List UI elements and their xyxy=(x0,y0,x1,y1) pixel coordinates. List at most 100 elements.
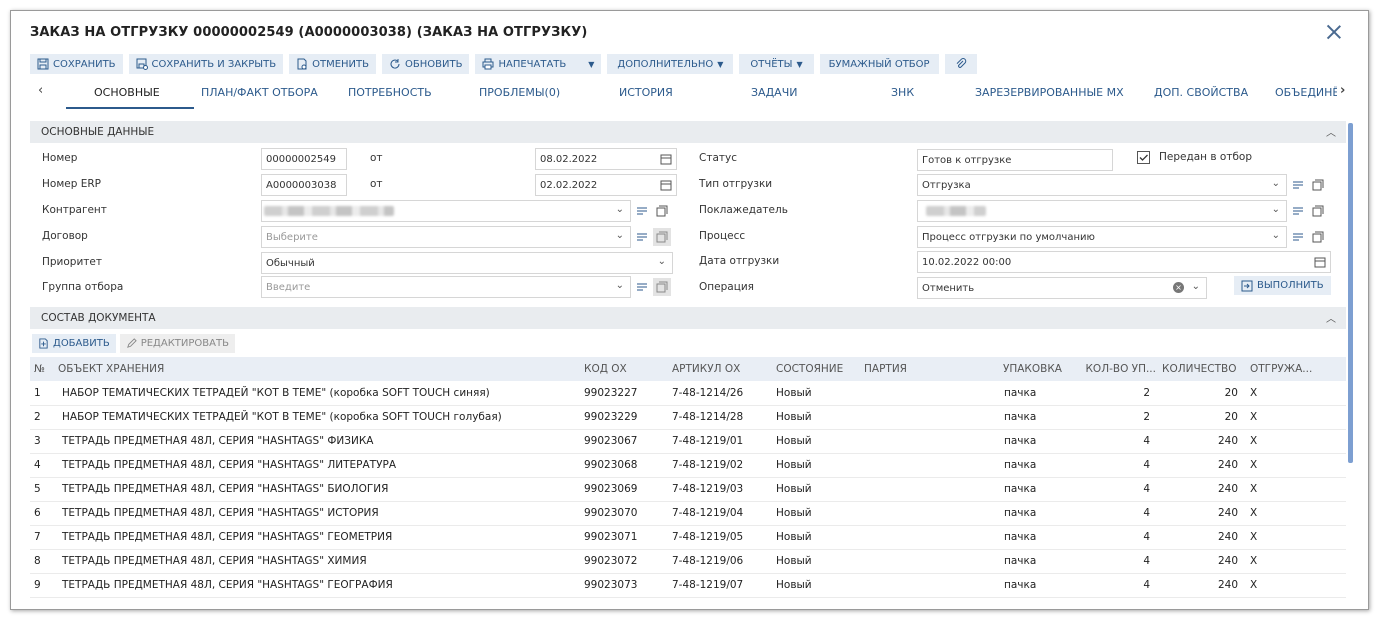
save-close-button[interactable]: СОХРАНИТЬ И ЗАКРЫТЬ xyxy=(128,54,284,74)
attach-button[interactable] xyxy=(944,54,977,74)
print-button[interactable]: НАПЕЧАТАТЬ ▼ xyxy=(475,54,602,74)
chevron-down-icon[interactable]: ⌄ xyxy=(1272,178,1280,189)
chevron-down-icon[interactable]: ⌄ xyxy=(1272,230,1280,241)
selection-group-select[interactable]: Введите ⌄ xyxy=(261,276,631,298)
section-title: ОСНОВНЫЕ ДАННЫЕ xyxy=(41,126,155,138)
open-card-icon[interactable] xyxy=(1309,176,1327,194)
baggager-select[interactable]: ⌄ xyxy=(917,200,1287,222)
open-card-icon[interactable] xyxy=(1309,202,1327,220)
paper-selection-button[interactable]: БУМАЖНЫЙ ОТБОР xyxy=(819,54,939,74)
shipment-type-select[interactable]: Отгрузка ⌄ xyxy=(917,174,1287,196)
column-header[interactable]: ОБЪЕКТ ХРАНЕНИЯ xyxy=(54,357,580,381)
column-header[interactable]: ОТГРУЖА... xyxy=(1246,357,1346,381)
vertical-scrollbar[interactable] xyxy=(1348,123,1353,463)
transferred-checkbox[interactable] xyxy=(1137,151,1150,164)
tab-plan-fact[interactable]: ПЛАН/ФАКТ ОТБОРА xyxy=(201,81,318,109)
column-header[interactable]: КОЛИЧЕСТВО xyxy=(1158,357,1246,381)
contract-select[interactable]: Выберите ⌄ xyxy=(261,226,631,248)
table-row[interactable]: 7 ТЕТРАДЬ ПРЕДМЕТНАЯ 48Л, СЕРИЯ "HASHTAGS… xyxy=(30,525,1346,549)
add-button[interactable]: ДОБАВИТЬ xyxy=(32,333,116,353)
save-button[interactable]: СОХРАНИТЬ xyxy=(30,54,123,74)
execute-button[interactable]: ВЫПОЛНИТЬ xyxy=(1234,276,1331,295)
chevron-down-icon[interactable]: ⌄ xyxy=(658,256,666,267)
table-row[interactable]: 9 ТЕТРАДЬ ПРЕДМЕТНАЯ 48Л, СЕРИЯ "HASHTAGS… xyxy=(30,573,1346,597)
column-header[interactable]: СОСТОЯНИЕ xyxy=(772,357,860,381)
table-cell xyxy=(860,429,990,453)
table-cell: ТЕТРАДЬ ПРЕДМЕТНАЯ 48Л, СЕРИЯ "HASHTAGS"… xyxy=(62,483,389,495)
refresh-button[interactable]: ОБНОВИТЬ xyxy=(382,54,470,74)
tab-demand[interactable]: ПОТРЕБНОСТЬ xyxy=(348,81,432,109)
chevron-down-icon[interactable]: ⌄ xyxy=(616,280,624,291)
table-cell: 240 xyxy=(1217,483,1238,495)
table-cell xyxy=(860,525,990,549)
table-row[interactable]: 6 ТЕТРАДЬ ПРЕДМЕТНАЯ 48Л, СЕРИЯ "HASHTAGS… xyxy=(30,501,1346,525)
tab-reserved[interactable]: ЗАРЕЗЕРВИРОВАННЫЕ МХ xyxy=(975,81,1124,109)
table-row[interactable]: 1 НАБОР ТЕМАТИЧЕСКИХ ТЕТРАДЕЙ "КОТ В ТЕМЕ… xyxy=(30,381,1346,405)
column-header[interactable]: КОД ОХ xyxy=(580,357,668,381)
table-row[interactable]: 2 НАБОР ТЕМАТИЧЕСКИХ ТЕТРАДЕЙ "КОТ В ТЕМЕ… xyxy=(30,405,1346,429)
print-dropdown-icon[interactable]: ▼ xyxy=(588,60,594,69)
chevron-down-icon[interactable]: ⌄ xyxy=(616,230,624,241)
erp-date-field[interactable]: 02.02.2022 xyxy=(535,174,677,196)
tab-scroll-left-icon[interactable]: ‹ xyxy=(38,83,43,98)
column-header[interactable]: ПАРТИЯ xyxy=(860,357,990,381)
chevron-down-icon[interactable]: ⌄ xyxy=(1192,281,1200,292)
more-button[interactable]: ДОПОЛНИТЕЛЬНО ▼ xyxy=(607,54,734,74)
number-field[interactable]: 00000002549 xyxy=(261,148,347,170)
main-data-section-header[interactable]: ОСНОВНЫЕ ДАННЫЕ ︿ xyxy=(30,121,1346,143)
list-icon[interactable] xyxy=(1289,228,1307,246)
tab-scroll-right-icon[interactable]: › xyxy=(1340,83,1345,98)
shipment-date-field[interactable]: 10.02.2022 00:00 xyxy=(917,251,1331,273)
calendar-icon[interactable] xyxy=(1314,256,1326,268)
tab-history[interactable]: ИСТОРИЯ xyxy=(619,81,673,109)
tab-problems[interactable]: ПРОБЛЕМЫ(0) xyxy=(479,81,560,109)
list-icon[interactable] xyxy=(633,278,651,296)
list-icon[interactable] xyxy=(1289,176,1307,194)
table-cell: 2 xyxy=(1143,386,1150,399)
list-icon[interactable] xyxy=(1289,202,1307,220)
calendar-icon[interactable] xyxy=(660,153,672,165)
column-header[interactable]: КОЛ-ВО УП... xyxy=(1078,357,1158,381)
operation-label: Операция xyxy=(699,281,754,293)
chevron-up-icon[interactable]: ︿ xyxy=(1326,124,1336,139)
tab-main[interactable]: ОСНОВНЫЕ xyxy=(66,81,194,109)
chevron-down-icon[interactable]: ⌄ xyxy=(616,204,624,215)
close-icon[interactable] xyxy=(1324,22,1344,42)
tab-tasks[interactable]: ЗАДАЧИ xyxy=(751,81,797,109)
list-icon[interactable] xyxy=(633,202,651,220)
edit-button[interactable]: РЕДАКТИРОВАТЬ xyxy=(119,333,235,353)
counterparty-select[interactable]: ⌄ xyxy=(261,200,631,222)
list-icon[interactable] xyxy=(633,228,651,246)
process-value: Процесс отгрузки по умолчанию xyxy=(922,231,1095,243)
chevron-down-icon[interactable]: ⌄ xyxy=(1272,204,1280,215)
table-row[interactable]: 4 ТЕТРАДЬ ПРЕДМЕТНАЯ 48Л, СЕРИЯ "HASHTAGS… xyxy=(30,453,1346,477)
priority-select[interactable]: Обычный ⌄ xyxy=(261,252,673,274)
column-header[interactable]: УПАКОВКА xyxy=(990,357,1078,381)
open-card-icon[interactable] xyxy=(653,202,671,220)
table-cell: X xyxy=(1250,555,1258,567)
open-card-icon[interactable] xyxy=(1309,228,1327,246)
table-row[interactable]: 5 ТЕТРАДЬ ПРЕДМЕТНАЯ 48Л, СЕРИЯ "HASHTAGS… xyxy=(30,477,1346,501)
table-cell: ТЕТРАДЬ ПРЕДМЕТНАЯ 48Л, СЕРИЯ "HASHTAGS"… xyxy=(62,507,379,519)
column-header[interactable]: № xyxy=(30,357,54,381)
column-header[interactable]: АРТИКУЛ ОХ xyxy=(668,357,772,381)
number-date-field[interactable]: 08.02.2022 xyxy=(535,148,677,170)
doc-section-header[interactable]: СОСТАВ ДОКУМЕНТА ︿ xyxy=(30,307,1346,329)
calendar-icon[interactable] xyxy=(660,179,672,191)
clear-icon[interactable]: × xyxy=(1173,282,1184,293)
cancel-button[interactable]: ОТМЕНИТЬ xyxy=(289,54,377,74)
tab-znk[interactable]: ЗНК xyxy=(891,81,914,109)
cancel-label: ОТМЕНИТЬ xyxy=(312,58,370,70)
chevron-up-icon[interactable]: ︿ xyxy=(1326,310,1336,325)
table-row[interactable]: 3 ТЕТРАДЬ ПРЕДМЕТНАЯ 48Л, СЕРИЯ "HASHTAGS… xyxy=(30,429,1346,453)
table-cell: X xyxy=(1250,531,1258,543)
table-cell: 2 xyxy=(1143,411,1150,423)
operation-select[interactable]: Отменить × ⌄ xyxy=(917,277,1207,299)
table-row[interactable]: 8 ТЕТРАДЬ ПРЕДМЕТНАЯ 48Л, СЕРИЯ "HASHTAGS… xyxy=(30,549,1346,573)
process-select[interactable]: Процесс отгрузки по умолчанию ⌄ xyxy=(917,226,1287,248)
erp-number-field[interactable]: A0000003038 xyxy=(261,174,347,196)
tab-extra-props[interactable]: ДОП. СВОЙСТВА xyxy=(1154,81,1248,109)
table-cell: X xyxy=(1250,483,1258,495)
reports-button[interactable]: ОТЧЁТЫ ▼ xyxy=(739,54,814,74)
tab-merged[interactable]: ОБЪЕДИНЁ xyxy=(1275,81,1337,109)
